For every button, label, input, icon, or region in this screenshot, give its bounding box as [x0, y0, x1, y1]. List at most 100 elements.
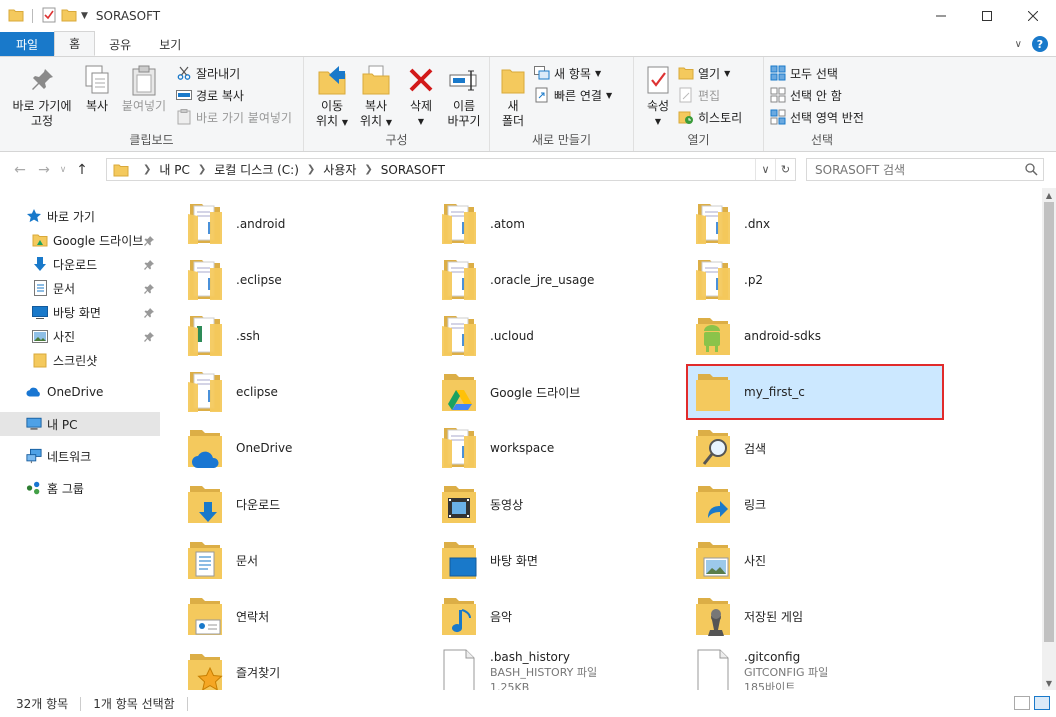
new-item-button[interactable]: 새 항목 ▼ — [534, 63, 601, 83]
large-icons-view-button[interactable] — [1034, 696, 1050, 710]
nav-item-documents[interactable]: 문서 — [0, 276, 160, 300]
nav-item-desktop[interactable]: 바탕 화면 — [0, 300, 160, 324]
copy-button[interactable]: 복사 — [80, 63, 114, 114]
pin-icon[interactable] — [144, 331, 154, 345]
file-item[interactable]: .ssh — [180, 310, 434, 362]
new-folder-button[interactable]: 새 폴더 — [496, 63, 530, 129]
maximize-button[interactable] — [964, 0, 1010, 32]
breadcrumb-users[interactable]: 사용자 — [323, 161, 356, 178]
paste-button[interactable]: 붙여넣기 — [118, 63, 170, 114]
file-item[interactable]: 연락처 — [180, 590, 434, 642]
select-none-button[interactable]: 선택 안 함 — [770, 85, 842, 105]
nav-item-downloads[interactable]: 다운로드 — [0, 252, 160, 276]
file-item[interactable]: eclipse — [180, 366, 434, 418]
move-to-button[interactable]: 이동 위치 ▼ — [312, 63, 352, 130]
nav-item-label: 문서 — [53, 281, 76, 296]
open-button[interactable]: 열기 ▼ — [678, 63, 730, 83]
file-item[interactable]: workspace — [434, 422, 688, 474]
help-icon[interactable]: ? — [1032, 36, 1048, 52]
easy-access-button[interactable]: 빠른 연결 ▼ — [534, 85, 612, 105]
file-item[interactable]: Google 드라이브 — [434, 366, 688, 418]
delete-button[interactable]: 삭제 ▼ — [404, 63, 438, 129]
pin-icon[interactable] — [144, 235, 154, 249]
minimize-button[interactable] — [918, 0, 964, 32]
breadcrumb-local-disk[interactable]: 로컬 디스크 (C:) — [214, 161, 299, 178]
customize-qat-icon[interactable]: ▼ — [81, 11, 88, 21]
back-button[interactable]: ← — [8, 158, 32, 182]
chevron-down-icon[interactable]: ∨ — [1015, 39, 1022, 50]
folder-doc-icon — [184, 368, 226, 416]
file-item[interactable]: 다운로드 — [180, 478, 434, 530]
select-all-button[interactable]: 모두 선택 — [770, 63, 838, 83]
breadcrumb-sorasoft[interactable]: SORASOFT — [381, 163, 445, 177]
file-item[interactable]: .android — [180, 198, 434, 250]
file-item[interactable]: .eclipse — [180, 254, 434, 306]
delete-dropdown-icon[interactable]: ▼ — [418, 114, 424, 129]
file-item[interactable]: .oracle_jre_usage — [434, 254, 688, 306]
tab-file[interactable]: 파일 — [0, 32, 55, 56]
address-dropdown-button[interactable]: ∨ — [755, 159, 775, 180]
rename-button[interactable]: 이름 바꾸기 — [444, 63, 484, 129]
file-item[interactable]: 바탕 화면 — [434, 534, 688, 586]
file-item[interactable]: 저장된 게임 — [688, 590, 942, 642]
search-input[interactable] — [815, 162, 1019, 177]
edit-button[interactable]: 편집 — [678, 85, 720, 105]
nav-item-google-drive[interactable]: Google 드라이브 — [0, 228, 160, 252]
history-button[interactable]: 히스토리 — [678, 107, 742, 127]
recent-locations-button[interactable]: ∨ — [56, 158, 70, 182]
file-item[interactable]: .gitconfig GITCONFIG 파일 185바이트 — [688, 646, 942, 690]
file-item[interactable]: android-sdks — [688, 310, 942, 362]
close-button[interactable] — [1010, 0, 1056, 32]
file-item[interactable]: .atom — [434, 198, 688, 250]
file-item[interactable]: 음악 — [434, 590, 688, 642]
nav-quick-access[interactable]: 바로 가기 — [0, 204, 160, 228]
pin-to-quick-access-button[interactable]: 바로 가기에 고정 — [6, 63, 78, 129]
scroll-up-button[interactable]: ▲ — [1042, 188, 1056, 202]
file-item[interactable]: my_first_c — [686, 364, 944, 420]
file-item[interactable]: 검색 — [688, 422, 942, 474]
file-item[interactable]: 링크 — [688, 478, 942, 530]
forward-button[interactable]: → — [32, 158, 56, 182]
search-icon[interactable] — [1019, 163, 1043, 176]
file-item[interactable]: 사진 — [688, 534, 942, 586]
nav-item-screenshots[interactable]: 스크린샷 — [0, 348, 160, 372]
nav-network[interactable]: 네트워크 — [0, 444, 160, 468]
file-item[interactable]: OneDrive — [180, 422, 434, 474]
cut-button[interactable]: 잘라내기 — [176, 63, 240, 83]
breadcrumb-this-pc[interactable]: 내 PC — [159, 161, 189, 178]
nav-onedrive[interactable]: OneDrive — [0, 380, 160, 404]
scroll-down-button[interactable]: ▼ — [1042, 676, 1056, 690]
copy-to-button[interactable]: 복사 위치 ▼ — [356, 63, 396, 130]
paste-shortcut-button[interactable]: 바로 가기 붙여넣기 — [176, 107, 292, 127]
invert-selection-button[interactable]: 선택 영역 반전 — [770, 107, 864, 127]
pin-icon[interactable] — [144, 259, 154, 273]
file-name: 음악 — [490, 609, 513, 624]
scroll-thumb[interactable] — [1044, 202, 1054, 642]
nav-item-pictures[interactable]: 사진 — [0, 324, 160, 348]
file-item[interactable]: .dnx — [688, 198, 942, 250]
pin-icon[interactable] — [144, 283, 154, 297]
search-box[interactable] — [806, 158, 1044, 181]
file-item[interactable]: .bash_history BASH_HISTORY 파일 1.25KB — [434, 646, 688, 690]
file-item[interactable]: .p2 — [688, 254, 942, 306]
nav-homegroup[interactable]: 홈 그룹 — [0, 476, 160, 500]
file-item[interactable]: 즐겨찾기 — [180, 646, 434, 690]
properties-button[interactable]: 속성 ▼ — [640, 63, 676, 129]
file-item[interactable]: 동영상 — [434, 478, 688, 530]
address-bar[interactable]: ❯ 내 PC ❯ 로컬 디스크 (C:) ❯ 사용자 ❯ SORASOFT ∨ … — [106, 158, 796, 181]
tab-view[interactable]: 보기 — [145, 32, 195, 56]
pin-icon[interactable] — [144, 307, 154, 321]
tab-home[interactable]: 홈 — [54, 31, 96, 56]
refresh-button[interactable]: ↻ — [775, 159, 795, 180]
delete-icon — [405, 63, 437, 97]
properties-icon[interactable] — [41, 7, 57, 26]
file-item[interactable]: .ucloud — [434, 310, 688, 362]
file-item[interactable]: 문서 — [180, 534, 434, 586]
up-button[interactable]: ↑ — [70, 158, 94, 182]
copy-path-button[interactable]: 경로 복사 — [176, 85, 244, 105]
new-folder-icon[interactable] — [61, 8, 77, 25]
details-view-button[interactable] — [1014, 696, 1030, 710]
nav-this-pc[interactable]: 내 PC — [0, 412, 160, 436]
tab-share[interactable]: 공유 — [95, 32, 145, 56]
vertical-scrollbar[interactable]: ▲ ▼ — [1042, 188, 1056, 690]
